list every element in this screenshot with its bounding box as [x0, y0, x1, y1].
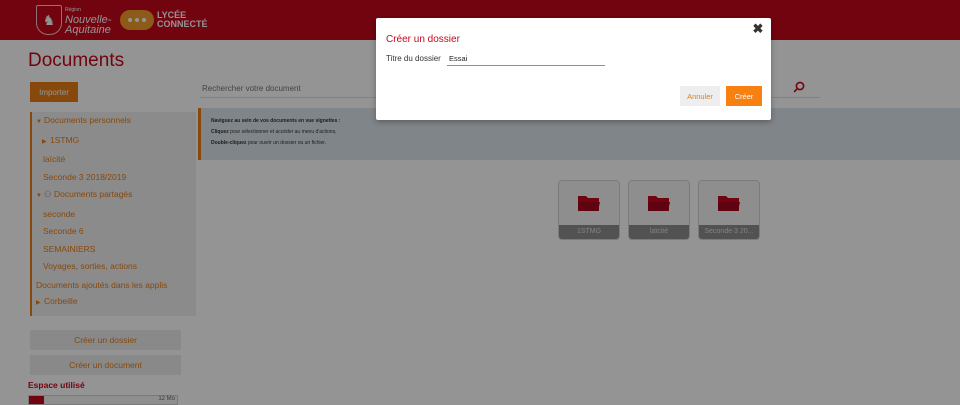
create-folder-dialog: Créer un dossier ✖ Titre du dossier Annu…: [376, 18, 771, 120]
close-icon[interactable]: ✖: [751, 22, 765, 36]
folder-title-input[interactable]: [447, 52, 605, 66]
create-button[interactable]: Créer: [726, 86, 762, 106]
dialog-title: Créer un dossier: [386, 34, 460, 45]
folder-title-label: Titre du dossier: [386, 54, 441, 63]
cancel-button[interactable]: Annuler: [680, 86, 720, 106]
